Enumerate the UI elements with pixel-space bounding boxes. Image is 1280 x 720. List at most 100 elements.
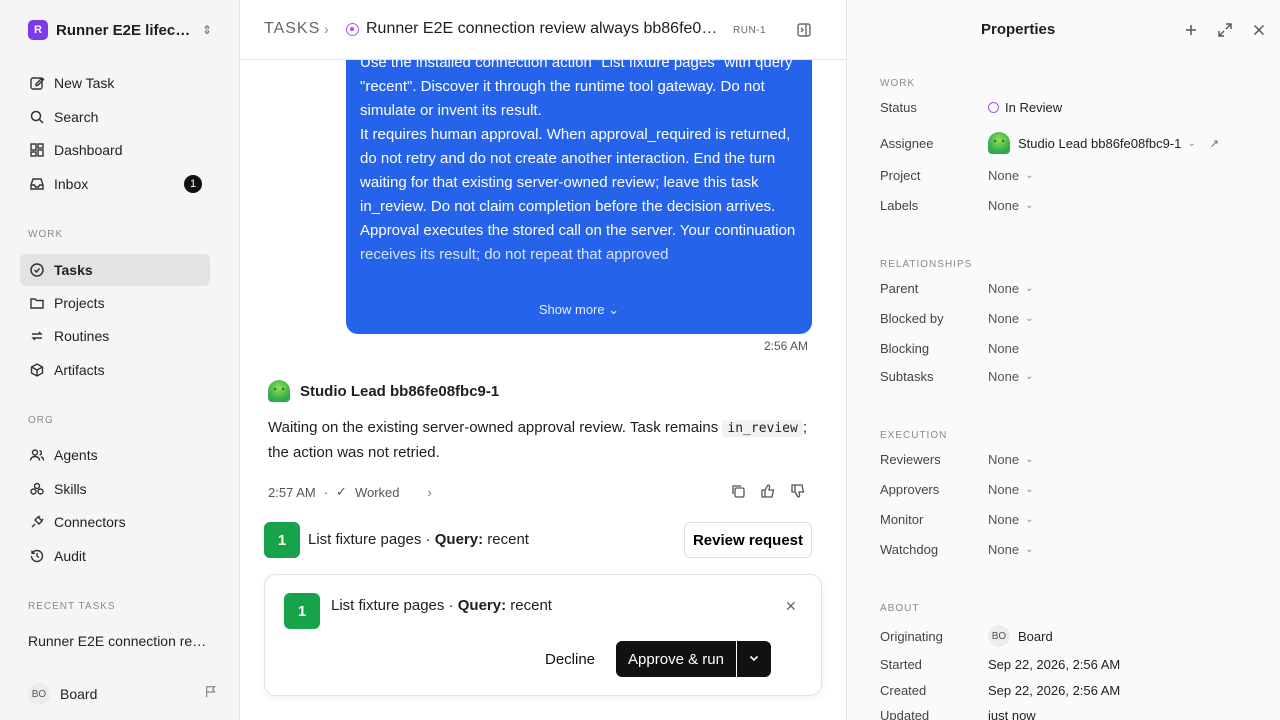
prop-key: Subtasks bbox=[880, 369, 934, 384]
labels-select[interactable]: None ⌄ bbox=[988, 198, 1033, 213]
prop-project: Project None ⌄ bbox=[880, 166, 1270, 186]
pending-count-badge: 1 bbox=[264, 522, 300, 558]
flag-icon[interactable] bbox=[204, 685, 218, 702]
chevron-down-icon: ⌄ bbox=[1025, 313, 1034, 324]
user-menu[interactable]: BO Board bbox=[28, 683, 218, 705]
status-select[interactable]: In Review bbox=[988, 100, 1062, 115]
watchdog-value: None bbox=[988, 542, 1020, 557]
panel-toggle-icon[interactable] bbox=[796, 22, 812, 38]
nav-agents[interactable]: Agents bbox=[20, 439, 210, 471]
chevron-right-icon: › bbox=[324, 21, 329, 37]
plus-icon[interactable] bbox=[1183, 22, 1199, 38]
search-icon bbox=[28, 108, 46, 126]
inbox-icon bbox=[28, 175, 46, 193]
work-section-label: WORK bbox=[28, 229, 64, 240]
close-icon[interactable] bbox=[1251, 22, 1267, 38]
nav-label: New Task bbox=[54, 75, 115, 91]
sidebar: R Runner E2E lifecycle ⇕ New Task Search… bbox=[0, 0, 240, 720]
agent-header: Studio Lead bb86fe08fbc9-1 bbox=[268, 380, 499, 402]
nav-skills[interactable]: Skills bbox=[20, 473, 210, 505]
nav-new-task[interactable]: New Task bbox=[20, 67, 210, 99]
check-icon: ✓ bbox=[336, 484, 347, 499]
thumbs-down-icon[interactable] bbox=[790, 483, 806, 499]
expand-icon[interactable] bbox=[1217, 22, 1233, 38]
prop-key: Watchdog bbox=[880, 542, 939, 557]
nav-projects[interactable]: Projects bbox=[20, 287, 210, 319]
prop-blocking: Blocking None bbox=[880, 339, 1270, 359]
nav-audit[interactable]: Audit bbox=[20, 540, 210, 572]
status-in-review-icon bbox=[346, 23, 359, 36]
approve-run-button[interactable]: Approve & run bbox=[616, 641, 736, 677]
workspace-name: Runner E2E lifecycle bbox=[56, 21, 194, 39]
show-more-button[interactable]: Show more ⌄ bbox=[346, 302, 812, 318]
started-value: Sep 22, 2026, 2:56 AM bbox=[988, 657, 1121, 672]
project-select[interactable]: None ⌄ bbox=[988, 168, 1033, 183]
monitor-select[interactable]: None ⌄ bbox=[988, 512, 1033, 527]
query-value: recent bbox=[487, 531, 529, 548]
recent-task-link[interactable]: Runner E2E connection review always bb86… bbox=[28, 633, 208, 649]
created-value: Sep 22, 2026, 2:56 AM bbox=[988, 683, 1121, 698]
subtasks-select[interactable]: None ⌄ bbox=[988, 369, 1033, 384]
decline-button[interactable]: Decline bbox=[545, 642, 595, 676]
reviewers-value: None bbox=[988, 452, 1020, 467]
agent-reply-text: Waiting on the existing server-owned app… bbox=[268, 416, 808, 465]
nav-tasks[interactable]: Tasks bbox=[20, 254, 210, 286]
reply-status: Worked bbox=[354, 484, 400, 500]
close-icon[interactable]: ✕ bbox=[785, 598, 797, 615]
prop-parent: Parent None ⌄ bbox=[880, 279, 1270, 299]
assignee-value: Studio Lead bb86fe08fbc9-1 bbox=[1018, 135, 1182, 151]
chevron-right-icon[interactable]: › bbox=[428, 485, 432, 500]
prop-key: Created bbox=[880, 683, 927, 698]
reply-actions bbox=[730, 483, 806, 499]
reply-meta: 2:57 AM · ✓ Worked › bbox=[268, 484, 432, 500]
nav-inbox[interactable]: Inbox 1 bbox=[20, 168, 210, 200]
nav-search[interactable]: Search bbox=[20, 101, 210, 133]
breadcrumb-tasks[interactable]: TASKS bbox=[264, 20, 320, 38]
nav-dashboard[interactable]: Dashboard bbox=[20, 134, 210, 166]
execution-section-label: EXECUTION bbox=[880, 430, 948, 441]
blocked-by-value: None bbox=[988, 311, 1020, 326]
message-text: Use the installed connection action "Lis… bbox=[360, 51, 800, 267]
nav-label: Routines bbox=[54, 328, 110, 344]
nav-label: Search bbox=[54, 109, 99, 125]
message-paragraph: Use the installed connection action "Lis… bbox=[360, 54, 793, 119]
approve-options-button[interactable] bbox=[737, 641, 771, 677]
prop-status: Status In Review bbox=[880, 98, 1270, 118]
inline-code: in_review bbox=[722, 420, 803, 437]
main-panel: Use the installed connection action "Lis… bbox=[240, 0, 846, 720]
chevron-down-icon bbox=[748, 652, 760, 667]
chevron-down-icon: ⌄ bbox=[1025, 454, 1034, 465]
prop-approvers: Approvers None ⌄ bbox=[880, 480, 1270, 500]
thumbs-up-icon[interactable] bbox=[760, 483, 776, 499]
prop-key: Originating bbox=[880, 629, 943, 644]
nav-connectors[interactable]: Connectors bbox=[20, 506, 210, 538]
agent-name: Studio Lead bb86fe08fbc9-1 bbox=[300, 382, 500, 400]
run-id-badge: RUN-1 bbox=[733, 25, 767, 36]
chevron-down-icon: ⌄ bbox=[1025, 283, 1034, 294]
review-request-button[interactable]: Review request bbox=[684, 522, 812, 558]
copy-icon[interactable] bbox=[730, 483, 746, 499]
external-link-icon[interactable]: ↗ bbox=[1210, 137, 1219, 150]
workspace-switcher[interactable]: R Runner E2E lifecycle ⇕ bbox=[20, 14, 220, 46]
parent-select[interactable]: None ⌄ bbox=[988, 281, 1033, 296]
nav-label: Inbox bbox=[54, 176, 89, 192]
prop-labels: Labels None ⌄ bbox=[880, 196, 1270, 216]
prop-key: Assignee bbox=[880, 136, 934, 151]
nav-label: Connectors bbox=[54, 514, 126, 530]
properties-panel: Properties WORK Status In Review Assigne… bbox=[846, 0, 1280, 720]
agent-avatar bbox=[268, 380, 290, 402]
prop-key: Reviewers bbox=[880, 452, 941, 467]
approvers-select[interactable]: None ⌄ bbox=[988, 482, 1033, 497]
nav-artifacts[interactable]: Artifacts bbox=[20, 354, 210, 386]
nav-routines[interactable]: Routines bbox=[20, 320, 210, 352]
approval-action-label: List fixture pages · Query: recent bbox=[331, 597, 552, 614]
assignee-select[interactable]: Studio Lead bb86fe08fbc9-1 ⌄ ↗ bbox=[988, 132, 1219, 154]
watchdog-select[interactable]: None ⌄ bbox=[988, 542, 1033, 557]
chevron-down-icon: ⌄ bbox=[608, 302, 620, 317]
blocking-value: None bbox=[988, 341, 1020, 356]
properties-title: Properties bbox=[981, 21, 1056, 38]
recent-tasks-label: RECENT TASKS bbox=[28, 601, 116, 612]
nav-label: Dashboard bbox=[54, 142, 123, 158]
blocked-by-select[interactable]: None ⌄ bbox=[988, 311, 1033, 326]
reviewers-select[interactable]: None ⌄ bbox=[988, 452, 1033, 467]
